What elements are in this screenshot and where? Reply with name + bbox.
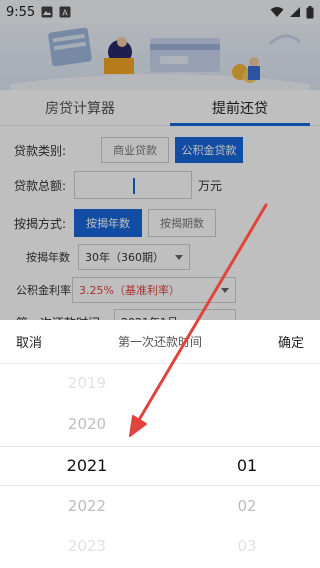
- month-option-selected[interactable]: 01: [160, 456, 320, 475]
- month-wheel[interactable]: 01 02 03: [160, 364, 320, 568]
- year-wheel[interactable]: 2019 2020 2021 2022 2023: [0, 364, 160, 568]
- year-option[interactable]: 2022: [0, 497, 174, 515]
- year-option-selected[interactable]: 2021: [0, 456, 174, 475]
- picker-header: 取消 第一次还款时间 确定: [0, 320, 320, 364]
- first-payment-date-picker: 取消 第一次还款时间 确定 2019 2020 2021 2022 2023 0…: [0, 320, 320, 568]
- picker-title: 第一次还款时间: [117, 335, 202, 349]
- year-option[interactable]: 2020: [0, 415, 174, 433]
- year-option[interactable]: 2019: [0, 374, 174, 392]
- month-option[interactable]: 03: [160, 537, 320, 555]
- month-option[interactable]: 02: [160, 497, 320, 515]
- year-option[interactable]: 2023: [0, 537, 174, 555]
- confirm-button[interactable]: 确定: [278, 332, 304, 351]
